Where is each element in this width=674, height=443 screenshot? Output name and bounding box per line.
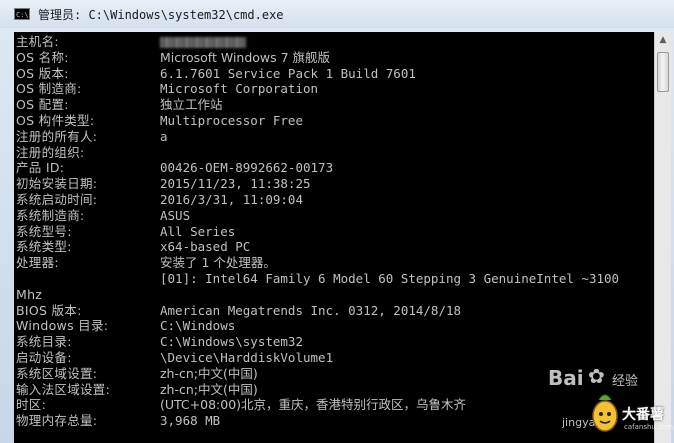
window-title: 管理员: C:\Windows\system32\cmd.exe	[38, 7, 284, 22]
console-line: 初始安装日期: 2015/11/23, 11:38:25	[16, 176, 652, 192]
sweet-potato-logo-icon	[592, 394, 618, 432]
console-line: OS 制造商: Microsoft Corporation	[16, 81, 652, 97]
console-line: 系统类型: x64-based PC	[16, 239, 652, 255]
console-line-value: 2015/11/23, 11:38:25	[160, 176, 311, 192]
console-line-label: 处理器:	[16, 255, 59, 271]
console-line-value: (UTC+08:00)北京，重庆，香港特别行政区，乌鲁木齐	[160, 397, 467, 413]
console-line: 启动设备: \Device\HarddiskVolume1	[16, 350, 652, 366]
console-line-label: BIOS 版本:	[16, 302, 82, 318]
console-line: [01]: Intel64 Family 6 Model 60 Stepping…	[16, 271, 652, 287]
console-line-value: zh-cn;中文(中国)	[160, 365, 258, 381]
cmd-console-icon[interactable]: C:\	[14, 8, 30, 20]
console-line-label: 系统类型:	[16, 239, 72, 255]
console-line: 产品 ID: 00426-OEM-8992662-00173	[16, 160, 652, 176]
watermark-logo-text: 大番薯	[622, 407, 664, 423]
console-line: 主机名:	[16, 34, 652, 50]
console-line-value: 安装了 1 个处理器。	[160, 255, 276, 271]
scrollbar-thumb[interactable]	[657, 52, 669, 92]
console-line: OS 名称: Microsoft Windows 7 旗舰版	[16, 50, 652, 66]
console-line: OS 配置: 独立工作站	[16, 97, 652, 113]
console-line-value: Microsoft Windows 7 旗舰版	[160, 49, 331, 65]
console-line-label: 系统制造商:	[16, 207, 85, 223]
console-line: Windows 目录: C:\Windows	[16, 318, 652, 334]
console-line: 系统制造商: ASUS	[16, 208, 652, 224]
console-line-value: 6.1.7601 Service Pack 1 Build 7601	[160, 65, 416, 81]
console-line-label: OS 构件类型:	[16, 112, 95, 128]
console-line-label: 主机名:	[16, 34, 59, 49]
watermark-brand: Bai	[548, 366, 584, 390]
paw-icon: ✿	[588, 364, 605, 388]
console-line-label: 输入法区域设置:	[16, 381, 111, 397]
console-line: 系统型号: All Series	[16, 224, 652, 240]
console-line: 注册的所有人: a	[16, 129, 652, 145]
console-line-label: 注册的所有人:	[16, 128, 98, 144]
console-line-label: OS 名称:	[16, 49, 69, 65]
console-line-value: 独立工作站	[160, 97, 223, 113]
console-line-label: 系统目录:	[16, 334, 72, 350]
console-line-value: ASUS	[160, 207, 191, 223]
console-line-value: Multiprocessor Free	[160, 112, 303, 128]
console-line-label: OS 配置:	[16, 97, 69, 113]
console-line: OS 版本: 6.1.7601 Service Pack 1 Build 7601	[16, 66, 652, 82]
baidu-jingyan-watermark: Bai ✿ 经验 jingyan.b 大番薯 cafanshu.com	[548, 364, 673, 438]
console-line-label: 启动设备:	[16, 349, 72, 365]
console-line: Mhz	[16, 287, 652, 303]
console-line: OS 构件类型: Multiprocessor Free	[16, 113, 652, 129]
console-line-label: 初始安装日期:	[16, 176, 98, 192]
console-line-value: 2016/3/31, 11:09:04	[160, 191, 303, 207]
console-line-label: 系统启动时间:	[16, 191, 98, 207]
console-line-label: 物理内存总量:	[16, 413, 98, 429]
console-line-value: American Megatrends Inc. 0312, 2014/8/18	[160, 302, 462, 318]
console-line-label: 注册的组织:	[16, 144, 85, 160]
console-line-value: 3,968 MB	[160, 413, 221, 429]
console-line-label: Windows 目录:	[16, 318, 109, 334]
console-line-label: 产品 ID:	[16, 160, 65, 176]
redacted-hostname	[160, 37, 246, 48]
title-bar[interactable]: C:\ 管理员: C:\Windows\system32\cmd.exe	[0, 0, 674, 28]
console-line-value: Microsoft Corporation	[160, 81, 319, 97]
console-line: 处理器: 安装了 1 个处理器。	[16, 255, 652, 271]
console-line-value: 00426-OEM-8992662-00173	[160, 160, 334, 176]
console-line-value: zh-cn;中文(中国)	[160, 381, 258, 397]
console-line-value: [01]: Intel64 Family 6 Model 60 Stepping…	[160, 270, 620, 286]
console-line-value: a	[160, 128, 168, 144]
console-line: 系统启动时间: 2016/3/31, 11:09:04	[16, 192, 652, 208]
watermark-site-2: cafanshu.com	[624, 423, 674, 431]
console-line-label: 系统型号:	[16, 223, 72, 239]
console-line-label: Mhz	[16, 286, 43, 302]
console-line-value: All Series	[160, 223, 236, 239]
console-line: 系统目录: C:\Windows\system32	[16, 334, 652, 350]
console-line-label: OS 版本:	[16, 65, 69, 81]
console-line-label: 时区:	[16, 397, 47, 413]
console-line-value: \Device\HarddiskVolume1	[160, 349, 334, 365]
console-line-value: C:\Windows\system32	[160, 334, 303, 350]
console-line: BIOS 版本: American Megatrends Inc. 0312, 2…	[16, 303, 652, 319]
scroll-up-arrow-icon[interactable]: ▲	[655, 32, 671, 49]
console-line-label: OS 制造商:	[16, 81, 82, 97]
console-line: 注册的组织:	[16, 145, 652, 161]
cmd-window: C:\ 管理员: C:\Windows\system32\cmd.exe 主机名…	[0, 0, 674, 443]
watermark-brand-suffix: 经验	[612, 374, 639, 389]
console-line-value: C:\Windows	[160, 318, 236, 334]
console-line-value: x64-based PC	[160, 239, 251, 255]
console-line-label: 系统区域设置:	[16, 365, 98, 381]
